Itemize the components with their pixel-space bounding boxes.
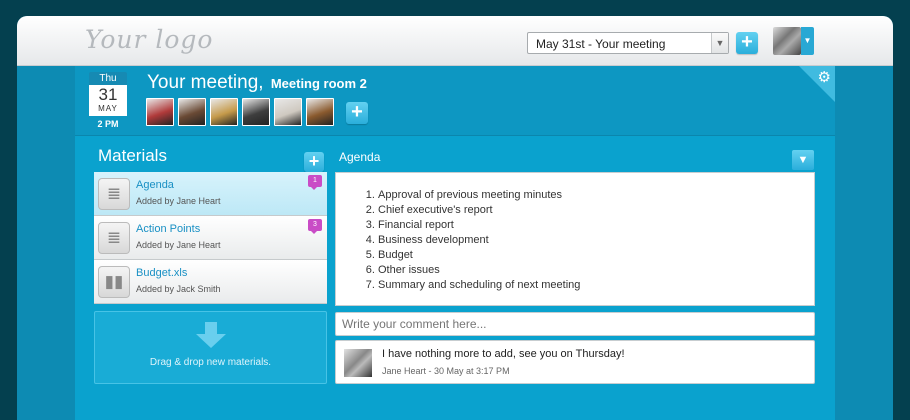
add-material-button[interactable]: + xyxy=(304,152,324,172)
comment-input[interactable] xyxy=(335,312,815,336)
materials-title: Materials xyxy=(98,146,167,165)
gear-icon[interactable]: ⚙ xyxy=(818,68,831,86)
document-icon: ≣ xyxy=(98,222,130,254)
avatar[interactable] xyxy=(773,27,801,55)
agenda-panel: Approval of previous meeting minutes Chi… xyxy=(335,172,815,306)
calendar-month: MAY xyxy=(98,104,118,113)
comment-item: I have nothing more to add, see you on T… xyxy=(335,340,815,384)
attendee-avatar[interactable] xyxy=(306,98,334,126)
agenda-item: Business development xyxy=(378,233,580,248)
comment-count-badge: 1 xyxy=(308,175,322,190)
agenda-title: Agenda xyxy=(339,150,381,164)
meeting-select-value: May 31st - Your meeting xyxy=(536,37,666,51)
material-added-by: Added by Jane Heart xyxy=(136,196,221,206)
agenda-item: Approval of previous meeting minutes xyxy=(378,188,580,203)
logo: Your logo xyxy=(85,25,214,54)
agenda-item: Chief executive's report xyxy=(378,203,580,218)
agenda-item: Other issues xyxy=(378,263,580,278)
meeting-title: Your meeting, Meeting room 2 xyxy=(147,72,367,94)
agenda-list: Approval of previous meeting minutes Chi… xyxy=(378,188,580,293)
agenda-item: Budget xyxy=(378,248,580,263)
meeting-room: Meeting room 2 xyxy=(270,76,367,91)
top-bar: Your logo May 31st - Your meeting ▼ + ▼ xyxy=(17,16,893,66)
chevron-down-icon[interactable]: ▼ xyxy=(792,150,814,170)
material-added-by: Added by Jane Heart xyxy=(136,240,221,250)
main-content: ⚙ Thu 31 MAY 2 PM Your meeting, Meeting … xyxy=(75,66,835,420)
material-name: Budget.xls xyxy=(136,267,188,279)
meeting-time: 2 PM xyxy=(97,119,119,129)
chart-icon: ▮▮ xyxy=(98,266,130,298)
user-menu-caret-icon[interactable]: ▼ xyxy=(801,27,814,55)
attendee-avatar[interactable] xyxy=(146,98,174,126)
meeting-select[interactable]: May 31st - Your meeting ▼ xyxy=(527,32,729,54)
agenda-item: Financial report xyxy=(378,218,580,233)
material-item-agenda[interactable]: ≣ Agenda Added by Jane Heart 1 xyxy=(94,172,327,216)
calendar-day: 31 xyxy=(98,85,118,104)
material-item-action-points[interactable]: ≣ Action Points Added by Jane Heart 3 xyxy=(94,216,327,260)
chevron-down-icon: ▼ xyxy=(711,33,728,53)
add-meeting-button[interactable]: + xyxy=(736,32,758,54)
material-item-budget[interactable]: ▮▮ Budget.xls Added by Jack Smith xyxy=(94,260,327,304)
material-name: Action Points xyxy=(136,223,201,235)
agenda-item: Summary and scheduling of next meeting xyxy=(378,278,580,293)
document-icon: ≣ xyxy=(98,178,130,210)
attendee-avatar[interactable] xyxy=(242,98,270,126)
avatar xyxy=(344,349,372,377)
meeting-title-text: Your meeting, xyxy=(147,72,264,93)
attendee-avatar[interactable] xyxy=(178,98,206,126)
calendar-date: Thu 31 MAY 2 PM xyxy=(89,72,127,129)
calendar-day-name: Thu xyxy=(89,72,127,85)
comment-count-badge: 3 xyxy=(308,219,322,234)
arrow-down-icon xyxy=(196,322,226,348)
meeting-header: ⚙ Thu 31 MAY 2 PM Your meeting, Meeting … xyxy=(75,66,835,136)
material-name: Agenda xyxy=(136,179,174,191)
attendee-avatar[interactable] xyxy=(210,98,238,126)
app-frame: Your logo May 31st - Your meeting ▼ + ▼ … xyxy=(17,16,893,420)
material-dropzone[interactable]: Drag & drop new materials. xyxy=(94,311,327,384)
add-attendee-button[interactable]: + xyxy=(346,102,368,124)
dropzone-text: Drag & drop new materials. xyxy=(149,357,272,368)
comment-text: I have nothing more to add, see you on T… xyxy=(382,348,625,360)
materials-list: ≣ Agenda Added by Jane Heart 1 ≣ Action … xyxy=(94,172,327,304)
material-added-by: Added by Jack Smith xyxy=(136,284,221,294)
attendee-avatar[interactable] xyxy=(274,98,302,126)
comment-meta: Jane Heart - 30 May at 3:17 PM xyxy=(382,366,510,376)
